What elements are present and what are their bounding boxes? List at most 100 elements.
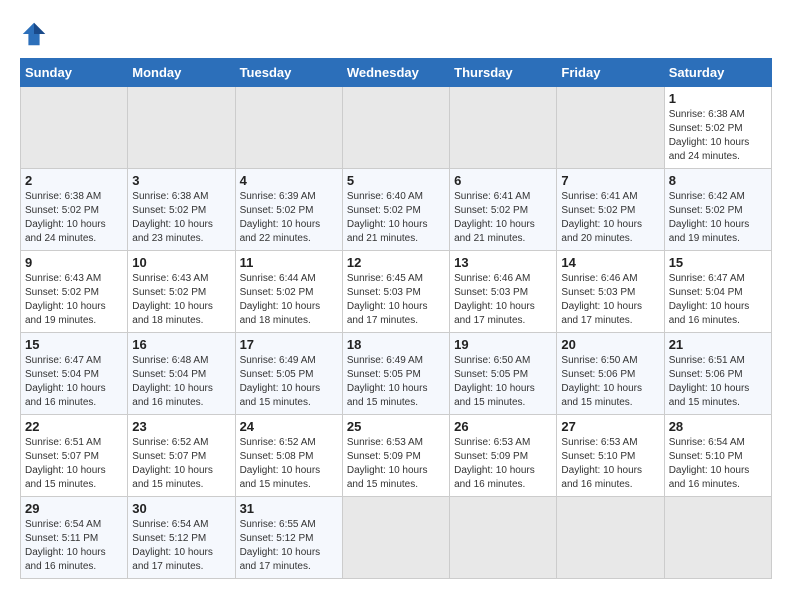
day-info: Sunrise: 6:49 AM Sunset: 5:05 PM Dayligh… [240,354,338,410]
calendar-week-row: 29Sunrise: 6:54 AM Sunset: 5:11 PM Dayli… [21,497,772,579]
day-number: 30 [132,501,230,516]
day-number: 7 [561,173,659,188]
day-number: 18 [347,337,445,352]
calendar-cell: 15 Sunrise: 6:47 AM Sunset: 5:04 PM Dayli… [664,251,771,333]
calendar-cell: 29Sunrise: 6:54 AM Sunset: 5:11 PM Dayli… [21,497,128,579]
day-number: 23 [132,419,230,434]
calendar-cell [557,87,664,169]
day-info: Sunrise: 6:39 AM Sunset: 5:02 PM Dayligh… [240,190,338,246]
calendar-cell: 22 Sunrise: 6:51 AM Sunset: 5:07 PM Dayli… [21,415,128,497]
calendar-cell [450,87,557,169]
day-number: 6 [454,173,552,188]
calendar-cell: 3Sunrise: 6:38 AM Sunset: 5:02 PM Daylig… [128,169,235,251]
day-number: 20 [561,337,659,352]
day-info: Sunrise: 6:48 AM Sunset: 5:04 PM Dayligh… [132,354,230,410]
calendar-cell: 24 Sunrise: 6:52 AM Sunset: 5:08 PM Dayli… [235,415,342,497]
calendar-cell: 10Sunrise: 6:43 AM Sunset: 5:02 PM Dayli… [128,251,235,333]
day-number: 15 [669,255,767,270]
calendar-cell [450,497,557,579]
day-number: 22 [25,419,123,434]
calendar-cell: 5 Sunrise: 6:40 AM Sunset: 5:02 PM Daylig… [342,169,449,251]
calendar-cell: 13 Sunrise: 6:46 AM Sunset: 5:03 PM Dayli… [450,251,557,333]
day-info: Sunrise: 6:46 AM Sunset: 5:03 PM Dayligh… [561,272,659,328]
day-number: 16 [132,337,230,352]
calendar-cell: 15 Sunrise: 6:47 AM Sunset: 5:04 PM Dayli… [21,333,128,415]
day-info: Sunrise: 6:47 AM Sunset: 5:04 PM Dayligh… [25,354,123,410]
calendar-cell [235,87,342,169]
day-number: 14 [561,255,659,270]
day-number: 26 [454,419,552,434]
day-number: 21 [669,337,767,352]
calendar-cell [342,87,449,169]
calendar-cell: 27Sunrise: 6:53 AM Sunset: 5:10 PM Dayli… [557,415,664,497]
calendar-cell [557,497,664,579]
day-number: 4 [240,173,338,188]
day-info: Sunrise: 6:38 AM Sunset: 5:02 PM Dayligh… [132,190,230,246]
calendar-cell [21,87,128,169]
calendar-cell: 30 Sunrise: 6:54 AM Sunset: 5:12 PM Dayli… [128,497,235,579]
calendar-cell [664,497,771,579]
day-number: 13 [454,255,552,270]
calendar-cell: 26Sunrise: 6:53 AM Sunset: 5:09 PM Dayli… [450,415,557,497]
day-info: Sunrise: 6:41 AM Sunset: 5:02 PM Dayligh… [561,190,659,246]
day-header-monday: Monday [128,59,235,87]
day-header-saturday: Saturday [664,59,771,87]
day-info: Sunrise: 6:53 AM Sunset: 5:10 PM Dayligh… [561,436,659,492]
day-header-wednesday: Wednesday [342,59,449,87]
calendar-cell: 1Sunrise: 6:38 AM Sunset: 5:02 PM Daylig… [664,87,771,169]
day-info: Sunrise: 6:54 AM Sunset: 5:10 PM Dayligh… [669,436,767,492]
calendar-cell: 25Sunrise: 6:53 AM Sunset: 5:09 PM Dayli… [342,415,449,497]
calendar-week-row: 22 Sunrise: 6:51 AM Sunset: 5:07 PM Dayli… [21,415,772,497]
day-number: 10 [132,255,230,270]
day-info: Sunrise: 6:54 AM Sunset: 5:12 PM Dayligh… [132,518,230,574]
calendar-cell: 17 Sunrise: 6:49 AM Sunset: 5:05 PM Dayli… [235,333,342,415]
page-container: SundayMondayTuesdayWednesdayThursdayFrid… [20,20,772,579]
calendar-cell: 2Sunrise: 6:38 AM Sunset: 5:02 PM Daylig… [21,169,128,251]
calendar-cell: 31Sunrise: 6:55 AM Sunset: 5:12 PM Dayli… [235,497,342,579]
day-info: Sunrise: 6:40 AM Sunset: 5:02 PM Dayligh… [347,190,445,246]
day-info: Sunrise: 6:51 AM Sunset: 5:07 PM Dayligh… [25,436,123,492]
day-info: Sunrise: 6:44 AM Sunset: 5:02 PM Dayligh… [240,272,338,328]
calendar-cell: 14 Sunrise: 6:46 AM Sunset: 5:03 PM Dayli… [557,251,664,333]
day-info: Sunrise: 6:52 AM Sunset: 5:08 PM Dayligh… [240,436,338,492]
calendar-header-row: SundayMondayTuesdayWednesdayThursdayFrid… [21,59,772,87]
day-number: 28 [669,419,767,434]
day-number: 9 [25,255,123,270]
calendar-cell: 21 Sunrise: 6:51 AM Sunset: 5:06 PM Dayli… [664,333,771,415]
day-info: Sunrise: 6:46 AM Sunset: 5:03 PM Dayligh… [454,272,552,328]
day-number: 11 [240,255,338,270]
day-number: 31 [240,501,338,516]
day-info: Sunrise: 6:43 AM Sunset: 5:02 PM Dayligh… [25,272,123,328]
calendar-cell [128,87,235,169]
day-number: 15 [25,337,123,352]
day-number: 2 [25,173,123,188]
day-header-sunday: Sunday [21,59,128,87]
day-info: Sunrise: 6:50 AM Sunset: 5:05 PM Dayligh… [454,354,552,410]
day-info: Sunrise: 6:38 AM Sunset: 5:02 PM Dayligh… [669,108,767,164]
day-number: 5 [347,173,445,188]
calendar-cell: 23 Sunrise: 6:52 AM Sunset: 5:07 PM Dayli… [128,415,235,497]
day-info: Sunrise: 6:54 AM Sunset: 5:11 PM Dayligh… [25,518,123,574]
calendar-cell: 6Sunrise: 6:41 AM Sunset: 5:02 PM Daylig… [450,169,557,251]
day-info: Sunrise: 6:51 AM Sunset: 5:06 PM Dayligh… [669,354,767,410]
day-number: 25 [347,419,445,434]
calendar-cell: 8Sunrise: 6:42 AM Sunset: 5:02 PM Daylig… [664,169,771,251]
header [20,20,772,48]
day-number: 24 [240,419,338,434]
calendar-week-row: 9 Sunrise: 6:43 AM Sunset: 5:02 PM Daylig… [21,251,772,333]
day-number: 12 [347,255,445,270]
day-info: Sunrise: 6:50 AM Sunset: 5:06 PM Dayligh… [561,354,659,410]
calendar-cell: 9 Sunrise: 6:43 AM Sunset: 5:02 PM Daylig… [21,251,128,333]
day-info: Sunrise: 6:49 AM Sunset: 5:05 PM Dayligh… [347,354,445,410]
calendar-cell: 28 Sunrise: 6:54 AM Sunset: 5:10 PM Dayli… [664,415,771,497]
calendar-week-row: 2 Sunrise: 6:38 AM Sunset: 5:02 PM Daylig… [21,169,772,251]
calendar-cell: 11 Sunrise: 6:44 AM Sunset: 5:02 PM Dayli… [235,251,342,333]
calendar-cell: 4 Sunrise: 6:39 AM Sunset: 5:02 PM Daylig… [235,169,342,251]
day-number: 17 [240,337,338,352]
day-header-tuesday: Tuesday [235,59,342,87]
logo [20,20,52,48]
day-info: Sunrise: 6:52 AM Sunset: 5:07 PM Dayligh… [132,436,230,492]
day-info: Sunrise: 6:47 AM Sunset: 5:04 PM Dayligh… [669,272,767,328]
calendar-cell: 16 Sunrise: 6:48 AM Sunset: 5:04 PM Dayli… [128,333,235,415]
calendar-cell: 20 Sunrise: 6:50 AM Sunset: 5:06 PM Dayli… [557,333,664,415]
